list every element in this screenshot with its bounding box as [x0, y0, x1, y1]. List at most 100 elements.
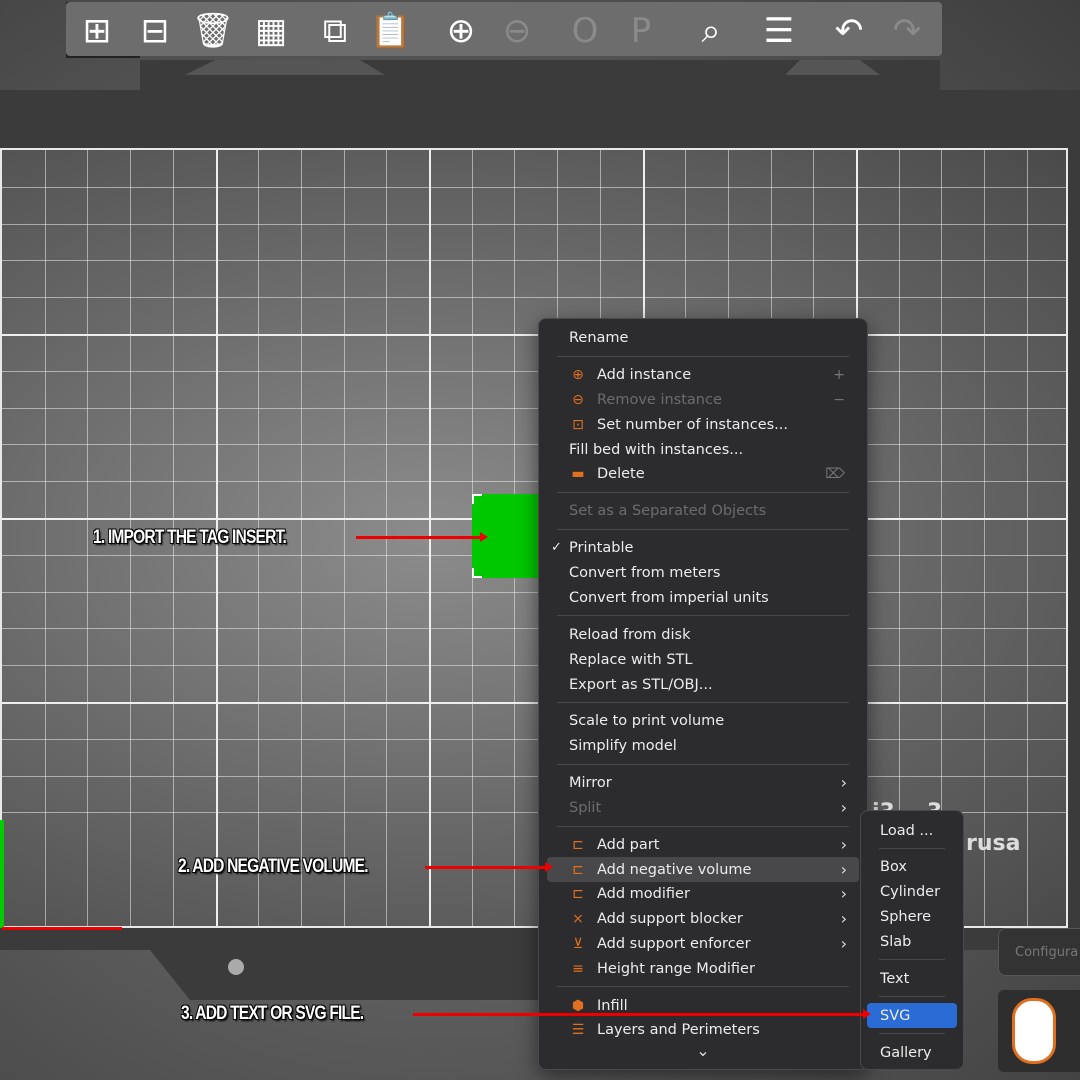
chevron-right-icon: ›: [840, 934, 847, 953]
menu-item-label: Text: [880, 970, 910, 987]
menu-item-reload-from-disk[interactable]: Reload from disk: [547, 622, 859, 647]
modifier-icon: ⊏: [572, 885, 584, 902]
menu-item-add-support-enforcer[interactable]: ⊻ Add support enforcer ›: [547, 931, 859, 956]
annotation-arrow-2: [425, 862, 553, 872]
search-button[interactable]: ⌕: [688, 8, 734, 54]
delete-all-button[interactable]: 🗑: [190, 8, 236, 54]
add-instance-button[interactable]: ⊕: [438, 8, 484, 54]
menu-item-label: Add part: [597, 836, 660, 853]
menu-item-add-negative-volume[interactable]: ⊏ Add negative volume ›: [547, 857, 859, 882]
trash-icon: ▬: [571, 465, 585, 482]
copy-button[interactable]: ⧉: [312, 8, 358, 54]
menu-item-rename[interactable]: Rename: [547, 325, 859, 350]
minus-circle-icon: ⊖: [572, 391, 584, 408]
grid-line-horizontal: [2, 591, 1066, 593]
remove-instance-button[interactable]: ⊖: [494, 8, 540, 54]
x-axis: [2, 927, 122, 930]
menu-item-add-part[interactable]: ⊏ Add part ›: [547, 832, 859, 857]
menu-item-delete[interactable]: ▬ Delete ⌦: [547, 461, 859, 486]
layers-button[interactable]: ☰: [756, 8, 802, 54]
add-object-button[interactable]: ⊞: [74, 8, 120, 54]
menu-item-label: Add negative volume: [597, 861, 752, 878]
menu-item-label: Layers and Perimeters: [597, 1021, 760, 1038]
menu-item-label: Mirror: [569, 774, 612, 791]
menu-item-layers-and-perimeters[interactable]: ☰ Layers and Perimeters: [547, 1017, 859, 1042]
configure-button[interactable]: Configura: [998, 928, 1080, 976]
menu-item-label: Printable: [569, 539, 634, 556]
menu-item-label: Convert from imperial units: [569, 589, 769, 606]
menu-item-label: Add support enforcer: [597, 935, 751, 952]
menu-item-label: Reload from disk: [569, 626, 691, 643]
menu-separator: [557, 986, 849, 987]
undo-button[interactable]: ↶: [826, 8, 872, 54]
grid-line-vertical: [300, 150, 302, 926]
chevron-right-icon: ›: [840, 773, 847, 792]
cube-plus-icon: ⊞: [82, 11, 112, 51]
menu-item-sphere[interactable]: Sphere: [867, 904, 957, 929]
menu-item-label: Add support blocker: [597, 910, 743, 927]
add-part-icon: ⊏: [572, 836, 584, 853]
menu-item-gallery[interactable]: Gallery: [867, 1040, 957, 1065]
grid-line-vertical: [343, 150, 345, 926]
menu-item-box[interactable]: Box: [867, 854, 957, 879]
menu-item-text[interactable]: Text: [867, 966, 957, 991]
split-parts-button[interactable]: P: [618, 8, 664, 54]
menu-item-slab[interactable]: Slab: [867, 929, 957, 954]
menu-item-convert-from-meters[interactable]: Convert from meters: [547, 560, 859, 585]
menu-item-label: Height range Modifier: [597, 960, 755, 977]
arrange-button[interactable]: ▦: [248, 8, 294, 54]
menu-separator: [879, 996, 945, 997]
undo-icon: ↶: [834, 11, 864, 51]
copy-icon: ⧉: [322, 11, 348, 51]
menu-item-height-range-modifier[interactable]: ≡ Height range Modifier: [547, 956, 859, 981]
y-axis: [0, 820, 4, 928]
menu-item-cylinder[interactable]: Cylinder: [867, 879, 957, 904]
grid-line-horizontal: [2, 223, 1066, 225]
menu-item-mirror[interactable]: Mirror ›: [547, 770, 859, 795]
grid-line-horizontal: [2, 738, 1066, 740]
grid-line-horizontal: [2, 186, 1066, 188]
menu-item-add-support-blocker[interactable]: ⨯ Add support blocker ›: [547, 906, 859, 931]
grid-line-vertical: [44, 150, 46, 926]
menu-item-label: Infill: [597, 997, 628, 1014]
chevron-right-icon: ›: [840, 884, 847, 903]
delete-object-button[interactable]: ⊟: [132, 8, 178, 54]
plus-circle-icon: ⊕: [446, 11, 476, 51]
hint-panel: [998, 990, 1080, 1072]
menu-separator: [557, 615, 849, 616]
arrange-icon: ▦: [254, 11, 288, 51]
grid-line-vertical: [1026, 150, 1028, 926]
menu-item-fill-bed-with-instances[interactable]: Fill bed with instances...: [547, 437, 859, 462]
paste-icon: 📋: [369, 11, 413, 51]
menu-item-label: Delete: [597, 465, 645, 482]
menu-item-replace-with-stl[interactable]: Replace with STL: [547, 647, 859, 672]
annotation-step1: 1. IMPORT THE TAG INSERT.: [93, 527, 287, 548]
checkmark-icon: ✓: [551, 540, 562, 555]
redo-button[interactable]: ↷: [884, 8, 930, 54]
menu-item-printable[interactable]: ✓ Printable: [547, 535, 859, 560]
menu-item-load[interactable]: Load ...: [867, 818, 957, 843]
grid-line-horizontal: [2, 481, 1066, 483]
menu-item-add-modifier[interactable]: ⊏ Add modifier ›: [547, 881, 859, 906]
menu-item-label: Box: [880, 858, 907, 875]
menu-item-remove-instance: ⊖ Remove instance −: [547, 387, 859, 412]
menu-item-label: Simplify model: [569, 737, 677, 754]
menu-item-export-as-stl-obj[interactable]: Export as STL/OBJ...: [547, 672, 859, 697]
menu-item-convert-from-imperial-units[interactable]: Convert from imperial units: [547, 585, 859, 610]
menu-item-set-number-of-instances[interactable]: ⊡ Set number of instances...: [547, 412, 859, 437]
scroll-down-chevron-icon[interactable]: ⌄: [539, 1041, 867, 1060]
split-objects-button[interactable]: O: [562, 8, 608, 54]
menu-item-label: Export as STL/OBJ...: [569, 676, 713, 693]
paste-button[interactable]: 📋: [368, 8, 414, 54]
menu-item-add-instance[interactable]: ⊕ Add instance +: [547, 362, 859, 387]
menu-item-svg[interactable]: SVG: [867, 1003, 957, 1028]
menu-item-scale-to-print-volume[interactable]: Scale to print volume: [547, 708, 859, 733]
grid-line-horizontal: [2, 775, 1066, 777]
shortcut-hint: −: [833, 391, 845, 408]
menu-item-simplify-model[interactable]: Simplify model: [547, 733, 859, 758]
redo-icon: ↷: [892, 11, 922, 51]
chevron-right-icon: ›: [840, 860, 847, 879]
menu-separator: [557, 702, 849, 703]
menu-separator: [557, 826, 849, 827]
menu-separator: [879, 848, 945, 849]
